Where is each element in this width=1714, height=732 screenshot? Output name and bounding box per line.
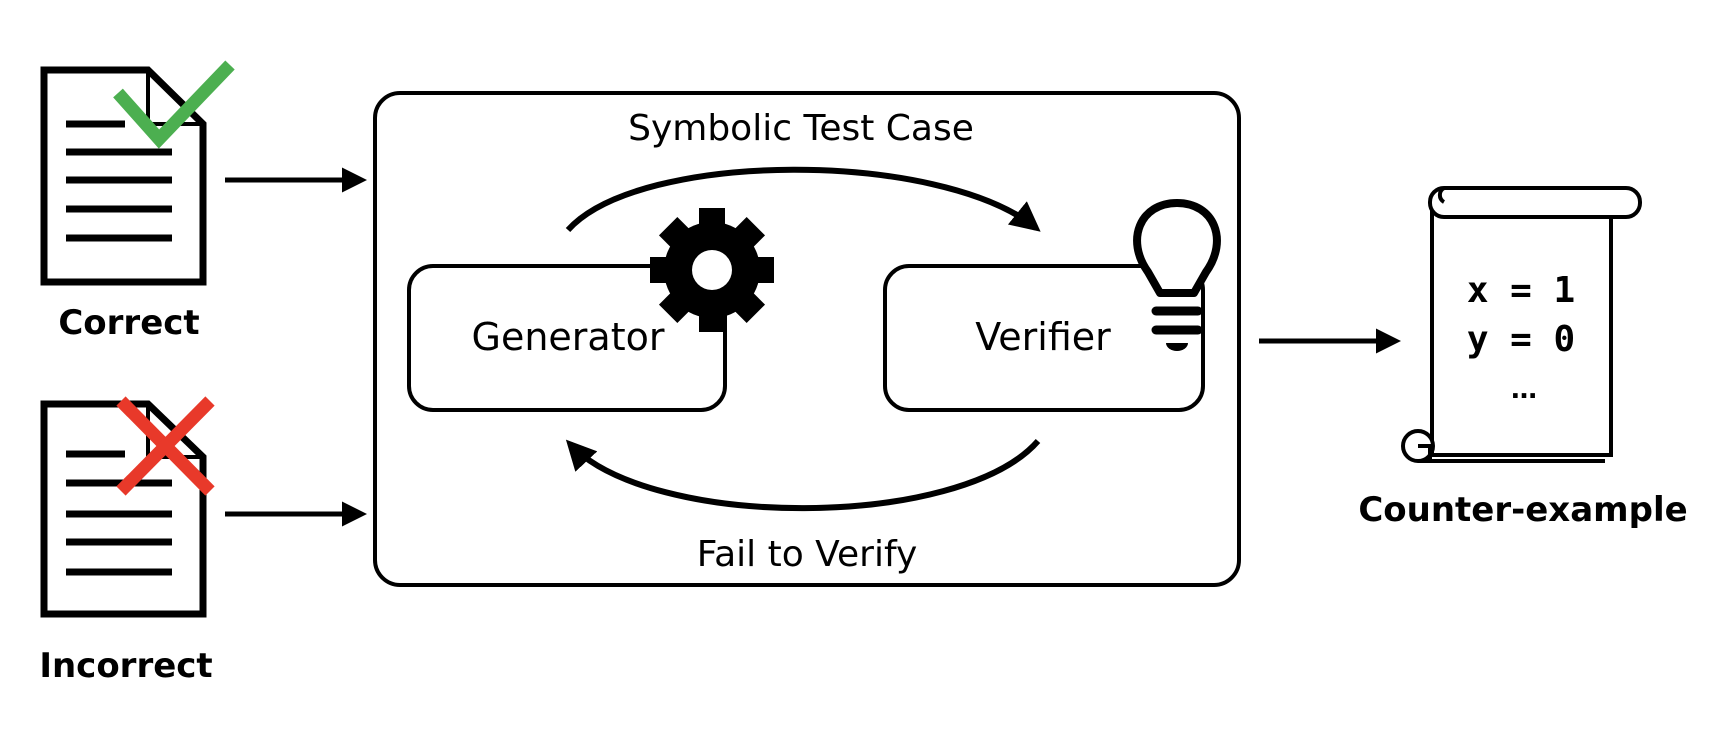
gear-icon — [650, 208, 774, 332]
generator-label: Generator — [472, 315, 665, 359]
correct-label: Correct — [58, 303, 199, 343]
symbolic-test-case-label: Symbolic Test Case — [628, 108, 974, 149]
counterexample-line: x = 1 — [1467, 270, 1575, 311]
fail-arrow — [565, 439, 1041, 512]
fail-to-verify-label: Fail to Verify — [697, 534, 918, 575]
counter-example-label: Counter-example — [1358, 490, 1687, 530]
verifier-label: Verifier — [975, 315, 1111, 359]
diagram: Correct Incorrect Symbolic Test Case Fai… — [39, 60, 1688, 686]
counterexample-ellipsis: … — [1511, 375, 1537, 405]
test-case-arrow — [565, 166, 1041, 233]
counterexample-line: y = 0 — [1467, 319, 1575, 360]
incorrect-label: Incorrect — [39, 646, 212, 686]
